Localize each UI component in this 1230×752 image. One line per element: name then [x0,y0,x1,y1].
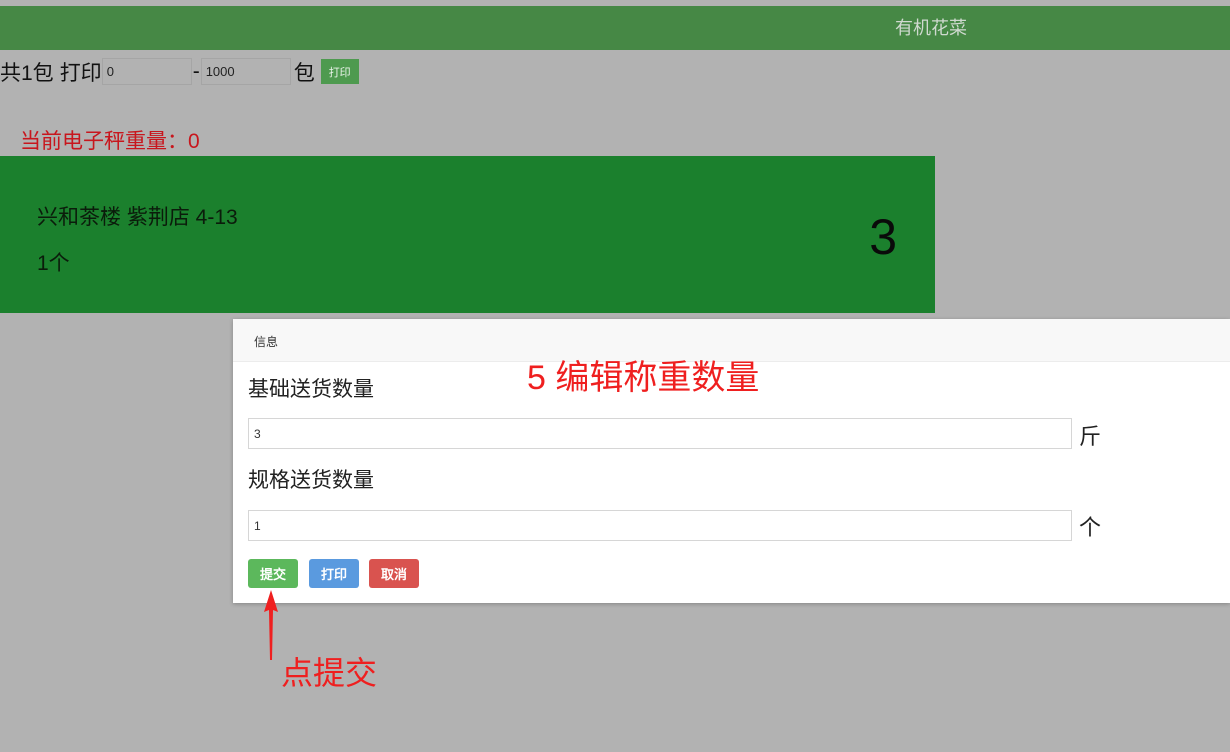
order-number: 3 [869,209,897,265]
page-title: 有机花菜 [895,18,967,38]
scale-weight-readout: 当前电子秤重量：0 [20,130,200,153]
click-annotation: 点提交 [281,655,378,691]
spec-qty-unit: 个 [1079,515,1102,540]
spec-qty-label: 规格送货数量 [248,469,374,492]
step-annotation: 5 编辑称重数量 [527,359,760,397]
top-bar: 有机花菜 [0,6,1230,50]
print-range-button[interactable]: 打印 [320,59,359,84]
spec-qty-input[interactable] [248,510,1072,541]
order-card[interactable]: 兴和茶楼 紫荆店 4-13 1个 3 [0,156,935,313]
base-qty-input[interactable] [248,418,1072,449]
range-from-input[interactable] [101,58,192,85]
arrow-up-icon [264,590,278,660]
cancel-button[interactable]: 取消 [369,559,420,588]
print-toolbar: 共1包 打印 - 包 打印 [0,56,359,87]
package-unit: 包 [293,61,315,85]
submit-button[interactable]: 提交 [248,559,299,588]
order-store: 兴和茶楼 紫荆店 4-13 [37,206,238,229]
range-to-input[interactable] [200,58,291,85]
print-button[interactable]: 打印 [309,559,360,588]
dialog-title: 信息 [254,335,279,349]
print-range-label: 打印 [59,61,102,85]
order-count: 1个 [37,252,70,275]
range-dash: - [192,59,200,83]
base-qty-unit: 斤 [1079,424,1102,449]
base-qty-label: 基础送货数量 [248,378,374,401]
package-summary: 共1包 [0,61,54,85]
